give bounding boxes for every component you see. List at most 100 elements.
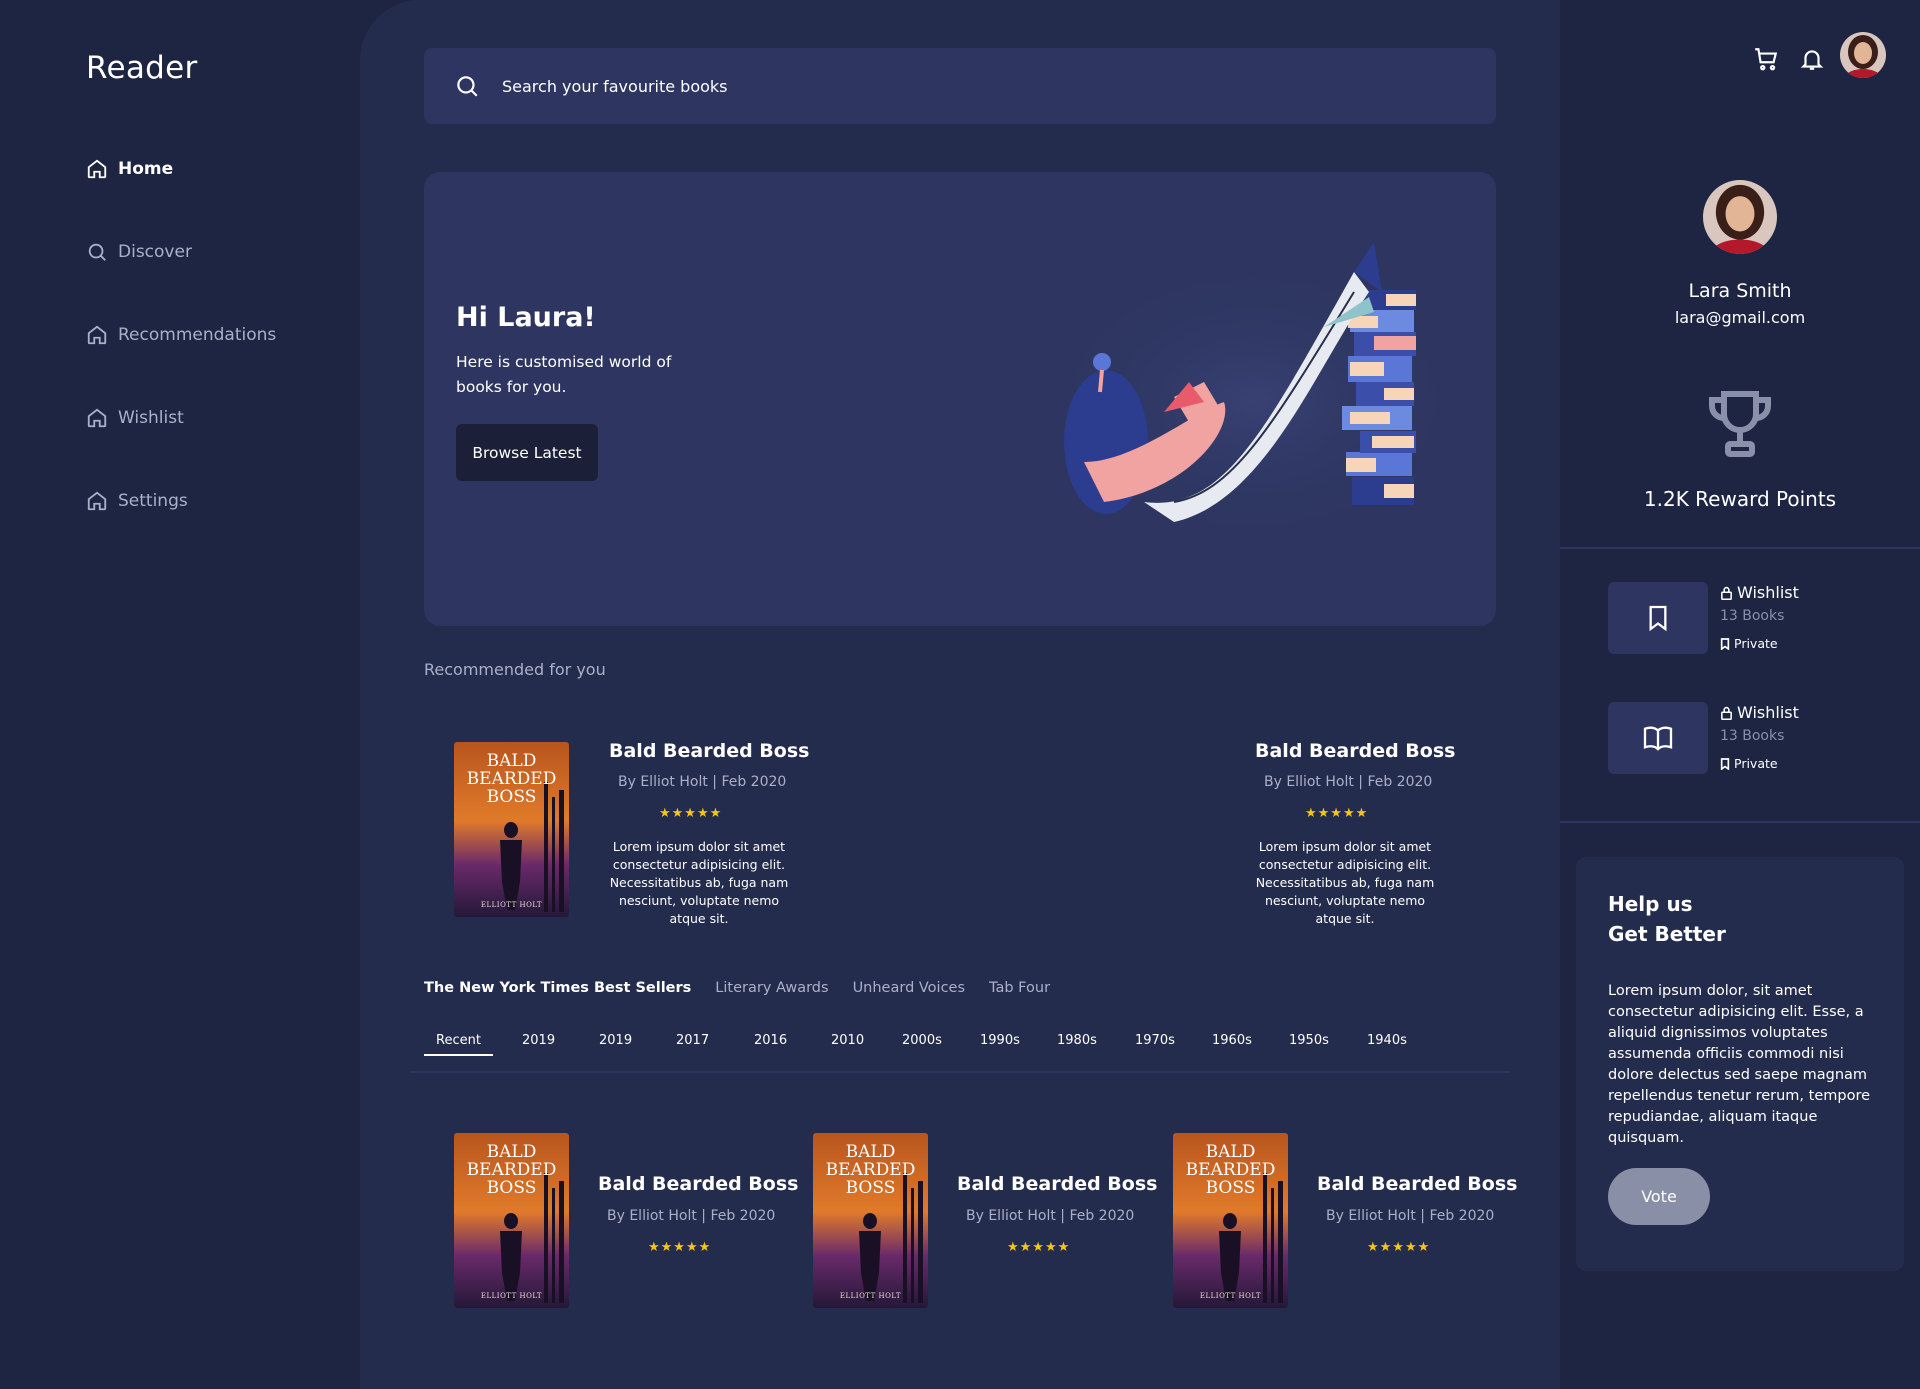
cover-title: BALD BEARDED BOSS bbox=[466, 1142, 557, 1198]
profile-avatar bbox=[1703, 180, 1777, 254]
book-title[interactable]: Bald Bearded Boss bbox=[609, 740, 809, 762]
year-tab[interactable]: 2000s bbox=[902, 1033, 942, 1048]
star-rating: ★★★★★ bbox=[1007, 1240, 1071, 1255]
tab-nyt-best-sellers[interactable]: The New York Times Best Sellers bbox=[424, 980, 691, 996]
sidebar-item-label: Recommendations bbox=[118, 325, 277, 345]
cover-title: BALD BEARDED BOSS bbox=[1185, 1142, 1276, 1198]
book-description: Lorem ipsum dolor sit amet consectetur a… bbox=[609, 839, 789, 926]
tab-literary-awards[interactable]: Literary Awards bbox=[715, 980, 828, 996]
wishlist-card[interactable] bbox=[1608, 582, 1708, 654]
cover-title: BALD BEARDED BOSS bbox=[466, 751, 557, 807]
search-icon bbox=[88, 243, 106, 261]
main-content: Hi Laura! Here is customised world of bo… bbox=[360, 0, 1560, 1389]
year-tab[interactable]: 1960s bbox=[1212, 1033, 1252, 1048]
year-tab[interactable]: 1990s bbox=[980, 1033, 1020, 1048]
category-tabs: The New York Times Best Sellers Literary… bbox=[424, 980, 1050, 996]
sidebar-item-label: Home bbox=[118, 159, 174, 179]
wishlist-privacy: Private bbox=[1720, 636, 1778, 651]
avatar[interactable] bbox=[1840, 32, 1886, 78]
sidebar-item-wishlist[interactable]: Wishlist bbox=[86, 407, 184, 429]
book-title[interactable]: Bald Bearded Boss bbox=[1255, 740, 1455, 762]
year-tab[interactable]: 2017 bbox=[676, 1033, 709, 1048]
wishlist-count: 13 Books bbox=[1720, 608, 1785, 624]
book-meta: By Elliot Holt | Feb 2020 bbox=[966, 1208, 1135, 1224]
home-icon bbox=[87, 408, 107, 428]
feedback-title-line: Get Better bbox=[1608, 922, 1726, 946]
year-tab[interactable]: 1970s bbox=[1135, 1033, 1175, 1048]
wishlist-title: Wishlist bbox=[1737, 583, 1799, 602]
book-meta: By Elliot Holt | Feb 2020 bbox=[1264, 774, 1433, 790]
bell-icon[interactable] bbox=[1799, 46, 1825, 72]
bookmark-icon bbox=[1649, 605, 1667, 631]
book-title[interactable]: Bald Bearded Boss bbox=[957, 1173, 1157, 1195]
search-input[interactable] bbox=[502, 76, 1402, 96]
year-tab[interactable]: 2019 bbox=[599, 1033, 632, 1048]
divider bbox=[1560, 547, 1920, 549]
search-bar[interactable] bbox=[424, 48, 1496, 124]
feedback-body: Lorem ipsum dolor, sit amet consectetur … bbox=[1608, 983, 1871, 1146]
sidebar-item-settings[interactable]: Settings bbox=[86, 490, 188, 512]
book-cover[interactable]: BALD BEARDED BOSS ELLIOTT HOLT bbox=[454, 1133, 569, 1308]
book-title[interactable]: Bald Bearded Boss bbox=[598, 1173, 798, 1195]
year-tab-recent[interactable]: Recent bbox=[424, 1033, 493, 1056]
bookmark-icon bbox=[1720, 757, 1730, 770]
wishlist-privacy-label: Private bbox=[1734, 636, 1778, 651]
wishlist-label[interactable]: Wishlist bbox=[1720, 583, 1799, 602]
sidebar-item-label: Discover bbox=[118, 242, 192, 262]
book-title[interactable]: Bald Bearded Boss bbox=[1317, 1173, 1517, 1195]
wishlist-privacy: Private bbox=[1720, 756, 1778, 771]
year-tab[interactable]: 1950s bbox=[1289, 1033, 1329, 1048]
cover-author: ELLIOTT HOLT bbox=[480, 901, 543, 909]
lock-icon bbox=[1721, 706, 1732, 720]
book-description: Lorem ipsum dolor sit amet consectetur a… bbox=[1255, 839, 1435, 926]
star-rating: ★★★★★ bbox=[659, 806, 723, 821]
profile-panel: Lara Smith lara@gmail.com 1.2K Reward Po… bbox=[1560, 0, 1920, 1389]
profile-name: Lara Smith bbox=[1688, 280, 1792, 302]
year-tab[interactable]: 2010 bbox=[831, 1033, 864, 1048]
hero-banner: Hi Laura! Here is customised world of bo… bbox=[424, 172, 1496, 626]
recommended-section-title: Recommended for you bbox=[424, 660, 606, 679]
home-icon bbox=[87, 325, 107, 345]
cover-title: BALD BEARDED BOSS bbox=[825, 1142, 916, 1198]
sidebar: Reader Home Discover Recommendations Wis… bbox=[0, 0, 360, 1389]
sidebar-item-home[interactable]: Home bbox=[86, 158, 173, 180]
home-icon bbox=[87, 491, 107, 511]
reading-illustration bbox=[1034, 242, 1464, 542]
recommended-book-card[interactable]: BALD BEARDED BOSS ELLIOTT HOLT Bald Bear… bbox=[454, 740, 814, 930]
browse-latest-button[interactable]: Browse Latest bbox=[456, 424, 598, 481]
wishlist-title: Wishlist bbox=[1737, 703, 1799, 722]
tab-unheard-voices[interactable]: Unheard Voices bbox=[853, 980, 965, 996]
recommended-book-card[interactable]: Bald Bearded Boss By Elliot Holt | Feb 2… bbox=[1100, 740, 1460, 930]
cover-author: ELLIOTT HOLT bbox=[1199, 1292, 1262, 1300]
bookmark-icon bbox=[1720, 637, 1730, 650]
wishlist-card[interactable] bbox=[1608, 702, 1708, 774]
sidebar-item-recommendations[interactable]: Recommendations bbox=[86, 324, 276, 346]
home-icon bbox=[87, 159, 107, 179]
cover-author: ELLIOTT HOLT bbox=[480, 1292, 543, 1300]
bestseller-book-card[interactable]: BALD BEARDED BOSS ELLIOTT HOLT Bald Bear… bbox=[1173, 1133, 1533, 1323]
feedback-title: Help us Get Better bbox=[1608, 889, 1868, 949]
cart-icon[interactable] bbox=[1753, 46, 1779, 72]
year-tab[interactable]: 2016 bbox=[754, 1033, 787, 1048]
profile-email: lara@gmail.com bbox=[1674, 308, 1806, 327]
search-icon[interactable] bbox=[454, 73, 480, 99]
sidebar-item-label: Wishlist bbox=[118, 408, 184, 428]
wishlist-label[interactable]: Wishlist bbox=[1720, 703, 1799, 722]
bestseller-book-card[interactable]: BALD BEARDED BOSS ELLIOTT HOLT Bald Bear… bbox=[454, 1133, 814, 1323]
bestseller-book-card[interactable]: BALD BEARDED BOSS ELLIOTT HOLT Bald Bear… bbox=[813, 1133, 1173, 1323]
year-tab[interactable]: 1940s bbox=[1367, 1033, 1407, 1048]
wishlist-count: 13 Books bbox=[1720, 728, 1785, 744]
year-tab[interactable]: 1980s bbox=[1057, 1033, 1097, 1048]
hero-title: Hi Laura! bbox=[456, 302, 596, 333]
book-cover[interactable]: BALD BEARDED BOSS ELLIOTT HOLT bbox=[454, 742, 569, 917]
sidebar-item-discover[interactable]: Discover bbox=[86, 241, 192, 263]
vote-button[interactable]: Vote bbox=[1608, 1168, 1710, 1225]
sidebar-item-label: Settings bbox=[118, 491, 188, 511]
year-tab[interactable]: 2019 bbox=[522, 1033, 555, 1048]
reward-points: 1.2K Reward Points bbox=[1643, 487, 1837, 511]
book-cover[interactable]: BALD BEARDED BOSS ELLIOTT HOLT bbox=[1173, 1133, 1288, 1308]
book-meta: By Elliot Holt | Feb 2020 bbox=[618, 774, 787, 790]
tab-four[interactable]: Tab Four bbox=[989, 980, 1050, 996]
divider bbox=[410, 1071, 1510, 1073]
book-cover[interactable]: BALD BEARDED BOSS ELLIOTT HOLT bbox=[813, 1133, 928, 1308]
